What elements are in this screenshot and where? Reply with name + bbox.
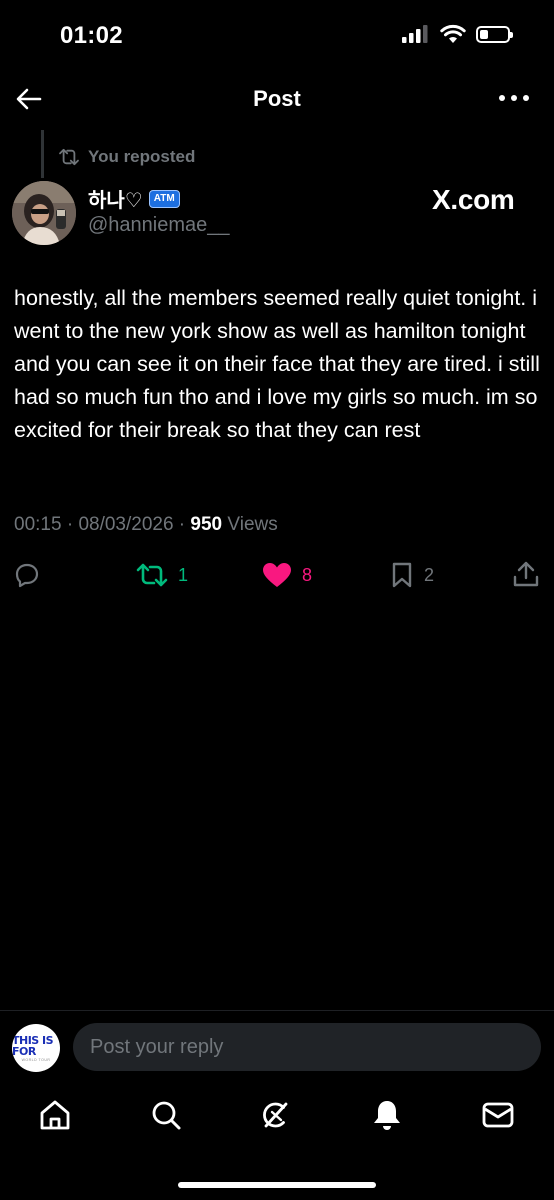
- repost-icon: [59, 148, 79, 166]
- avatar[interactable]: [12, 181, 76, 245]
- avatar-photo: [12, 181, 76, 245]
- mail-icon[interactable]: [481, 1098, 515, 1132]
- atm-badge: ATM: [148, 189, 180, 208]
- views-label: Views: [227, 514, 278, 535]
- author-handle[interactable]: @hanniemae__: [88, 214, 230, 237]
- reply-button[interactable]: [14, 562, 40, 588]
- status-time: 01:02: [60, 22, 123, 49]
- views-count[interactable]: 950: [190, 514, 222, 535]
- like-button[interactable]: 8: [262, 562, 312, 588]
- post-meta: 00:15 · 08/03/2026 · 950 Views: [14, 514, 278, 535]
- reply-placeholder: Post your reply: [90, 1035, 224, 1058]
- search-icon[interactable]: [149, 1098, 183, 1132]
- cellular-signal-icon: [402, 25, 428, 43]
- avatar-subtext: WORLD TOUR: [21, 1057, 51, 1062]
- repost-context-label: You reposted: [88, 147, 196, 166]
- like-count: 8: [302, 564, 313, 585]
- repost-button[interactable]: 1: [136, 562, 188, 588]
- repost-count: 1: [178, 564, 189, 585]
- bell-icon[interactable]: [370, 1098, 404, 1132]
- home-indicator[interactable]: [178, 1182, 376, 1188]
- post-date[interactable]: 08/03/2026: [78, 514, 173, 535]
- page-title: Post: [253, 86, 301, 111]
- bookmark-count: 2: [424, 564, 435, 585]
- post-text: honestly, all the members seemed really …: [14, 286, 540, 442]
- bookmark-button[interactable]: 2: [390, 562, 434, 588]
- user-avatar[interactable]: THIS IS FOR WORLD TOUR: [12, 1024, 60, 1072]
- watermark: X.com: [432, 184, 515, 215]
- share-button[interactable]: [512, 560, 540, 588]
- repost-context[interactable]: You reposted: [58, 147, 195, 167]
- grok-icon[interactable]: [259, 1098, 293, 1132]
- share-icon: [513, 561, 539, 587]
- bookmark-icon: [392, 562, 412, 588]
- post-time: 00:15: [14, 514, 62, 535]
- reply-icon: [15, 563, 39, 588]
- thread-line: [41, 130, 44, 178]
- heart-icon: [263, 563, 291, 587]
- repost-icon: [136, 563, 168, 587]
- author-name-row[interactable]: 하나♡ ATM: [88, 184, 180, 213]
- display-name[interactable]: 하나♡: [88, 184, 143, 213]
- avatar-text: THIS IS FOR: [12, 1033, 54, 1058]
- wifi-icon: [440, 24, 466, 43]
- more-horizontal-icon[interactable]: [498, 90, 530, 106]
- home-icon[interactable]: [38, 1098, 72, 1132]
- battery-icon: [476, 25, 513, 43]
- divider: [0, 1010, 554, 1011]
- status-icons: [402, 24, 513, 44]
- reply-input[interactable]: Post your reply: [73, 1023, 541, 1071]
